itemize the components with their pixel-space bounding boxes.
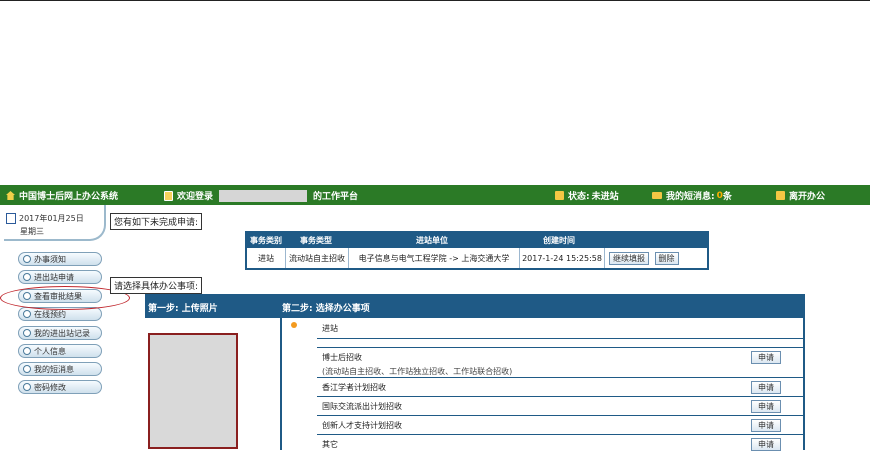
pending-table: 事务类别 事务类型 进站单位 创建时间 进站 流动站自主招收 电子信息与电气工程… bbox=[245, 231, 709, 270]
step-one-title: 第一步: 上传照片 bbox=[148, 304, 218, 314]
sidebar-item-application[interactable]: 进出站申请 bbox=[18, 270, 102, 284]
apply-button[interactable]: 申请 bbox=[751, 438, 781, 451]
table-row: 进站 流动站自主招收 电子信息与电气工程学院 -> 上海交通大学 2017-1-… bbox=[247, 248, 707, 268]
pending-heading: 您有如下未完成申请: bbox=[110, 213, 203, 230]
exit-icon bbox=[776, 191, 785, 200]
username-redacted bbox=[219, 189, 308, 202]
bullet-icon bbox=[23, 365, 31, 373]
bullet-icon bbox=[23, 329, 31, 337]
current-date: 2017年01月25日 星期三 bbox=[6, 212, 84, 238]
logout-link[interactable]: 离开办公 bbox=[776, 189, 825, 202]
status-indicator: 状态: 未进站 bbox=[555, 189, 619, 202]
select-heading: 请选择具体办公事项: bbox=[110, 277, 203, 294]
bullet-icon bbox=[23, 347, 31, 355]
orange-dot-icon bbox=[291, 322, 297, 328]
status-icon bbox=[555, 191, 564, 200]
home-icon bbox=[6, 191, 15, 200]
step-two-title: 第二步: 选择办公事项 bbox=[282, 304, 370, 314]
sidebar-item-notice[interactable]: 办事须知 bbox=[18, 252, 102, 266]
messages-link[interactable]: 我的短消息: 0 条 bbox=[652, 189, 732, 202]
welcome-text: 欢迎登录 的工作平台 bbox=[164, 189, 358, 202]
delete-button[interactable]: 删除 bbox=[654, 251, 679, 265]
category-row: 进站 bbox=[291, 318, 803, 339]
bullet-icon bbox=[23, 255, 31, 263]
calendar-icon bbox=[6, 213, 16, 224]
list-item: 国际交流派出计划招收 申请 bbox=[317, 397, 803, 416]
photo-placeholder[interactable] bbox=[148, 333, 238, 449]
top-bar: 中国博士后网上办公系统 欢迎登录 的工作平台 状态: 未进站 我的短消息: 0 … bbox=[0, 185, 870, 205]
list-item: 博士后招收 (流动站自主招收、工作站独立招收、工作站联合招收) 申请 bbox=[317, 348, 803, 378]
apply-button[interactable]: 申请 bbox=[751, 400, 781, 413]
top-rule bbox=[0, 0, 870, 1]
bullet-icon bbox=[23, 310, 31, 318]
apply-button[interactable]: 申请 bbox=[751, 351, 781, 364]
select-panel: 第一步: 上传照片 第二步: 选择办公事项 进站 博士后招收 (流动站自主招收、工… bbox=[145, 294, 805, 451]
apply-button[interactable]: 申请 bbox=[751, 381, 781, 394]
steps-header: 第一步: 上传照片 第二步: 选择办公事项 bbox=[145, 294, 805, 318]
item-list: 进站 博士后招收 (流动站自主招收、工作站独立招收、工作站联合招收) 申请 香江学… bbox=[291, 318, 803, 451]
continue-button[interactable]: 继续填报 bbox=[609, 251, 649, 265]
sidebar-item-password[interactable]: 密码修改 bbox=[18, 380, 102, 394]
pending-table-header: 事务类别 事务类型 进站单位 创建时间 bbox=[247, 233, 707, 248]
notepad-icon bbox=[164, 190, 173, 201]
sidebar-item-records[interactable]: 我的进出站记录 bbox=[18, 326, 102, 340]
bullet-icon bbox=[23, 273, 31, 281]
system-title: 中国博士后网上办公系统 bbox=[6, 189, 118, 202]
sidebar-item-messages[interactable]: 我的短消息 bbox=[18, 362, 102, 376]
bullet-icon bbox=[23, 383, 31, 391]
list-item: 其它 申请 bbox=[317, 435, 803, 451]
apply-button[interactable]: 申请 bbox=[751, 419, 781, 432]
photo-upload-area bbox=[145, 318, 280, 450]
list-item: 香江学者计划招收 申请 bbox=[317, 378, 803, 397]
sidebar-item-profile[interactable]: 个人信息 bbox=[18, 344, 102, 358]
list-item: 创新人才支持计划招收 申请 bbox=[317, 416, 803, 435]
mail-icon bbox=[652, 192, 662, 199]
